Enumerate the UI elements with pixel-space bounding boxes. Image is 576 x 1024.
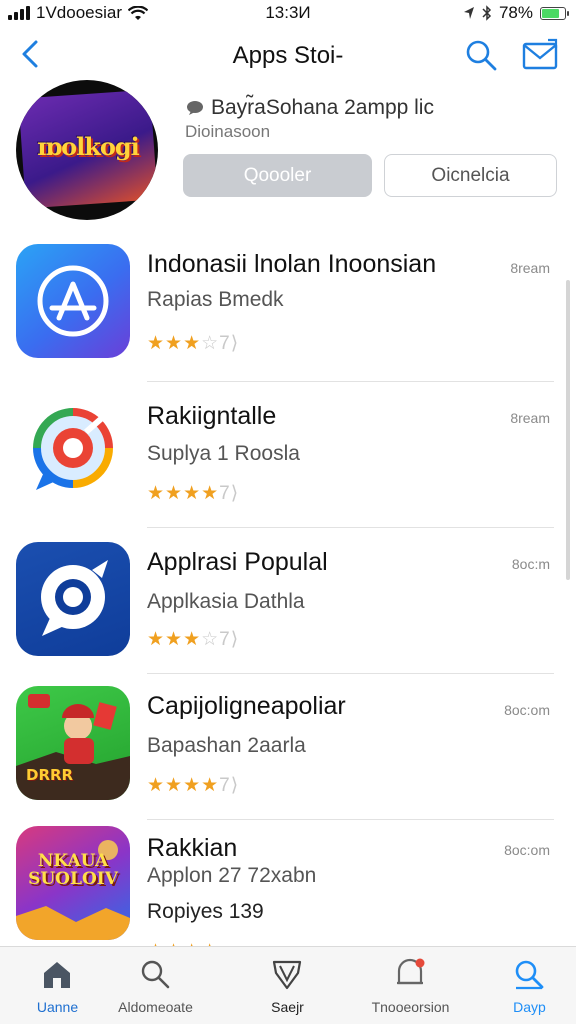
app-meta: 8ream <box>510 260 550 276</box>
navigation-bar: Apps Stoi- <box>0 30 576 80</box>
bluetooth-icon <box>482 5 492 21</box>
battery-icon <box>540 6 569 20</box>
battery-percent: 78% <box>498 3 533 22</box>
search-icon <box>515 960 544 990</box>
list-item[interactable]: Indonasii lnolan Inoonsian Rapias Bmedk … <box>0 236 576 382</box>
rating-stars: ★★★★7⟩ <box>147 775 240 796</box>
app-subtitle: Applkasia Dathla <box>147 590 305 613</box>
poster-icon[interactable]: NKAUA SUOLOIV <box>16 826 130 940</box>
game-icon[interactable]: DRRR <box>16 686 130 800</box>
poster-art-text: NKAUA SUOLOIV <box>28 851 118 889</box>
app-extra: Ropiyes 139 <box>147 900 264 923</box>
app-meta: 8oc:om <box>504 842 550 858</box>
app-meta: 8ream <box>510 410 550 426</box>
list-item[interactable]: DRRR Capijoligneapoliar Bapashan 2aarla … <box>0 674 576 820</box>
app-subtitle: Rapias Bmedk <box>147 288 284 311</box>
messenger-icon[interactable] <box>16 542 130 656</box>
mail-icon[interactable] <box>520 36 560 74</box>
app-meta: 8oc:om <box>504 702 550 718</box>
chat-icon[interactable] <box>16 392 130 506</box>
list-item[interactable]: NKAUA SUOLOIV Rakkian Applon 27 72xabn R… <box>0 820 576 966</box>
app-name: Indonasii lnolan Inoonsian <box>147 250 437 278</box>
rating-stars: ★★★☆7⟩ <box>147 629 240 650</box>
featured-subtitle: Dioinasoon <box>185 122 271 141</box>
bubble-icon <box>187 101 203 115</box>
tab-label: Dayp <box>513 999 546 1015</box>
tab-search[interactable]: Aldomeoate <box>98 947 213 1024</box>
app-subtitle: Applon 27 72xabn <box>147 864 317 887</box>
game-art-text: DRRR <box>26 766 74 784</box>
secondary-button[interactable]: Oicnelcia <box>384 154 557 197</box>
featured-app: ɪɒolkogi Bayr̃aSohana 2ampp lic Dioinaso… <box>0 80 576 230</box>
scrollbar[interactable] <box>566 280 570 580</box>
search-icon <box>141 960 170 989</box>
tab-label: Saejr <box>271 999 304 1015</box>
tab-bar: Uanne Aldomeoate Saejr Tnooeorsion Dayp <box>0 946 576 1024</box>
rating-stars: ★★★☆7⟩ <box>147 333 240 354</box>
rating-stars: ★★★★7⟩ <box>147 483 240 504</box>
home-icon <box>44 962 70 988</box>
tab-dayp[interactable]: Dayp <box>472 947 576 1024</box>
location-icon <box>463 7 474 19</box>
featured-title: Bayr̃aSohana 2ampp lic <box>211 96 434 119</box>
tab-notifications[interactable]: Tnooeorsion <box>353 947 468 1024</box>
list-item[interactable]: Rakiigntalle Suplya 1 Roosla ★★★★7⟩ 8rea… <box>0 382 576 528</box>
app-name: Capijoligneapoliar <box>147 692 346 720</box>
app-store-icon[interactable] <box>16 244 130 358</box>
tab-saejr[interactable]: Saejr <box>230 947 345 1024</box>
search-icon[interactable] <box>462 36 500 74</box>
status-bar: 1Vdooesiar 13:3И 78% <box>0 0 576 28</box>
featured-art-text: ɪɒolkogi <box>37 132 140 161</box>
primary-button[interactable]: Qoooler <box>183 154 372 197</box>
tab-label: Tnooeorsion <box>371 999 450 1015</box>
app-name: Rakiigntalle <box>147 402 277 430</box>
app-meta: 8oc:m <box>511 556 550 572</box>
app-subtitle: Suplya 1 Roosla <box>147 442 300 465</box>
app-name: Rakkian <box>147 834 238 862</box>
notification-icon <box>397 958 425 985</box>
app-subtitle: Bapashan 2aarla <box>147 734 306 757</box>
tab-label: Aldomeoate <box>118 999 193 1015</box>
app-name: Applrasi Populal <box>147 548 328 576</box>
list-item[interactable]: Applrasi Populal Applkasia Dathla ★★★☆7⟩… <box>0 528 576 674</box>
shield-icon <box>272 960 302 990</box>
featured-app-artwork[interactable]: ɪɒolkogi <box>16 80 158 220</box>
